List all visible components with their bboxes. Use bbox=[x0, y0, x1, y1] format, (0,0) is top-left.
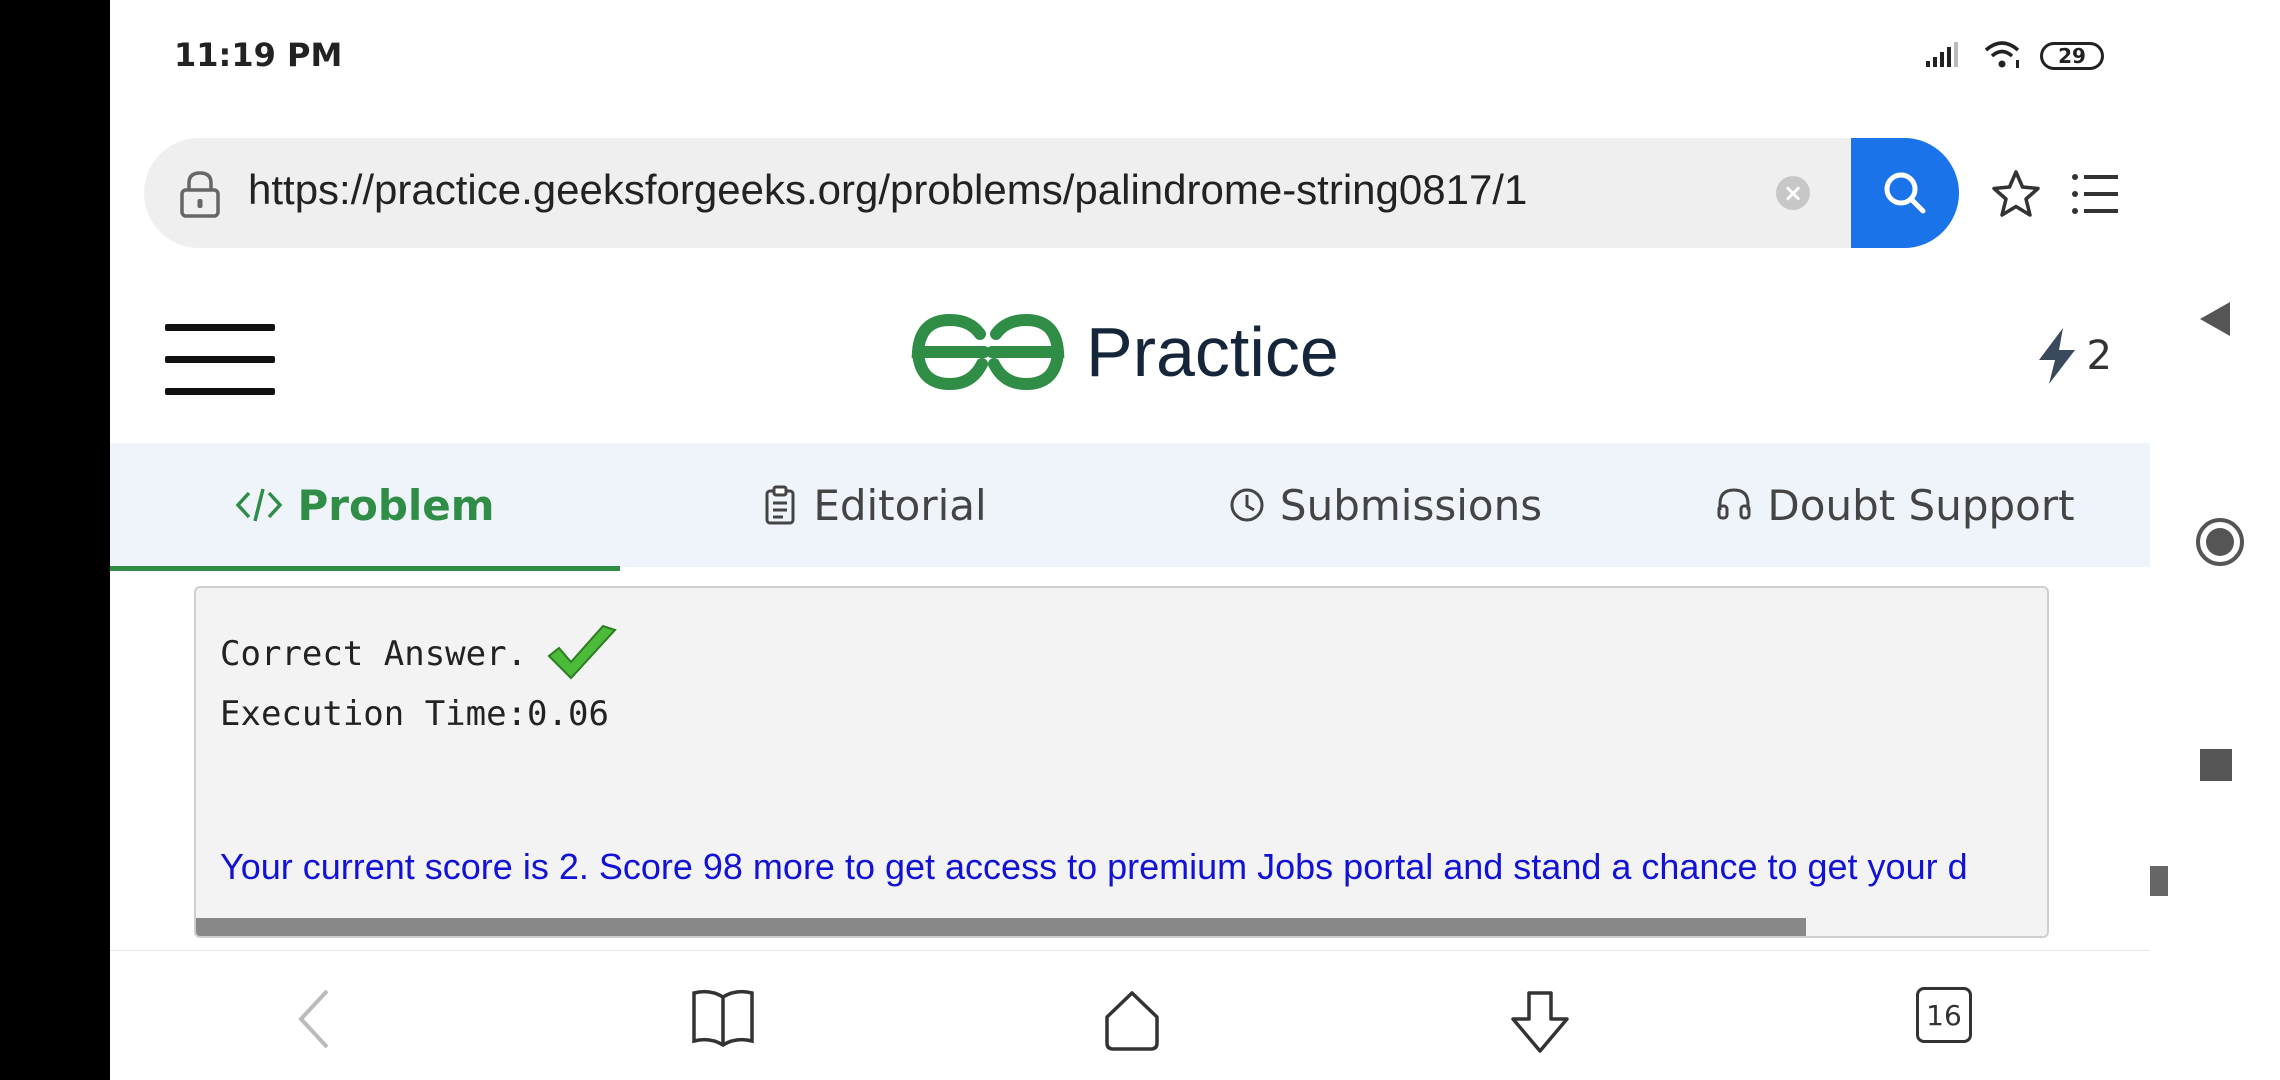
tab-editorial-label: Editorial bbox=[813, 480, 987, 530]
gfg-logo-icon bbox=[911, 313, 1065, 391]
clock-icon bbox=[1230, 488, 1264, 522]
streak-count: 2 bbox=[2086, 333, 2112, 379]
home-icon[interactable] bbox=[1099, 987, 1165, 1057]
system-nav-bar bbox=[2150, 0, 2280, 1080]
list-menu-icon[interactable] bbox=[2070, 172, 2120, 220]
hamburger-menu-button[interactable] bbox=[165, 324, 275, 396]
status-icons: 29 bbox=[1924, 38, 2104, 74]
tab-doubt-support-label: Doubt Support bbox=[1767, 480, 2075, 530]
url-text[interactable]: https://practice.geeksforgeeks.org/probl… bbox=[248, 166, 1527, 214]
system-back-icon[interactable] bbox=[2198, 300, 2232, 342]
signal-icon bbox=[1924, 39, 1964, 73]
browser-bottom-nav: 16 bbox=[110, 950, 2150, 1080]
horizontal-scrollbar[interactable] bbox=[196, 918, 1806, 936]
result-panel: Correct Answer. Execution Time:0.06 Your… bbox=[194, 586, 2049, 938]
code-icon bbox=[236, 488, 283, 522]
headset-icon bbox=[1717, 488, 1751, 520]
streak-counter[interactable]: 2 bbox=[2035, 326, 2112, 386]
wifi-icon bbox=[1982, 38, 2022, 74]
status-time: 11:19 PM bbox=[174, 36, 343, 74]
system-recents-icon[interactable] bbox=[2200, 749, 2232, 781]
tab-editorial[interactable]: Editorial bbox=[620, 443, 1130, 567]
page-scroll-indicator bbox=[2150, 866, 2168, 896]
left-bezel bbox=[0, 0, 110, 1080]
back-arrow-icon[interactable] bbox=[295, 987, 335, 1055]
download-icon[interactable] bbox=[1505, 987, 1575, 1061]
address-bar[interactable]: https://practice.geeksforgeeks.org/probl… bbox=[144, 138, 1959, 248]
result-status-text: Correct Answer. bbox=[220, 634, 528, 674]
system-home-icon[interactable] bbox=[2194, 516, 2246, 572]
tab-submissions[interactable]: Submissions bbox=[1130, 443, 1640, 567]
score-message[interactable]: Your current score is 2. Score 98 more t… bbox=[220, 846, 1968, 888]
execution-time: Execution Time:0.06 bbox=[220, 694, 609, 734]
problem-tabs: Problem Editorial Submissions Doubt Supp… bbox=[110, 443, 2150, 571]
document-icon bbox=[765, 485, 795, 525]
tab-problem-label: Problem bbox=[297, 480, 495, 530]
search-button[interactable] bbox=[1851, 138, 1959, 248]
tab-submissions-label: Submissions bbox=[1279, 480, 1543, 530]
result-status: Correct Answer. bbox=[220, 624, 619, 684]
checkmark-icon bbox=[547, 624, 617, 680]
star-icon[interactable] bbox=[1990, 168, 2042, 224]
book-icon[interactable] bbox=[690, 987, 756, 1051]
tab-problem[interactable]: Problem bbox=[110, 443, 620, 571]
tabs-icon[interactable]: 16 bbox=[1916, 987, 1972, 1043]
tab-doubt-support[interactable]: Doubt Support bbox=[1640, 443, 2150, 567]
logo-text: Practice bbox=[1086, 313, 1339, 391]
lightning-icon bbox=[2038, 328, 2075, 384]
search-icon bbox=[1884, 172, 1926, 214]
battery-icon: 29 bbox=[2040, 42, 2104, 70]
clear-icon[interactable]: × bbox=[1776, 176, 1810, 210]
lock-icon bbox=[178, 170, 222, 222]
site-logo[interactable]: Practice bbox=[910, 312, 1339, 392]
browser-screen: 11:19 PM 29 https://practice.geeksforgee… bbox=[110, 0, 2150, 1080]
